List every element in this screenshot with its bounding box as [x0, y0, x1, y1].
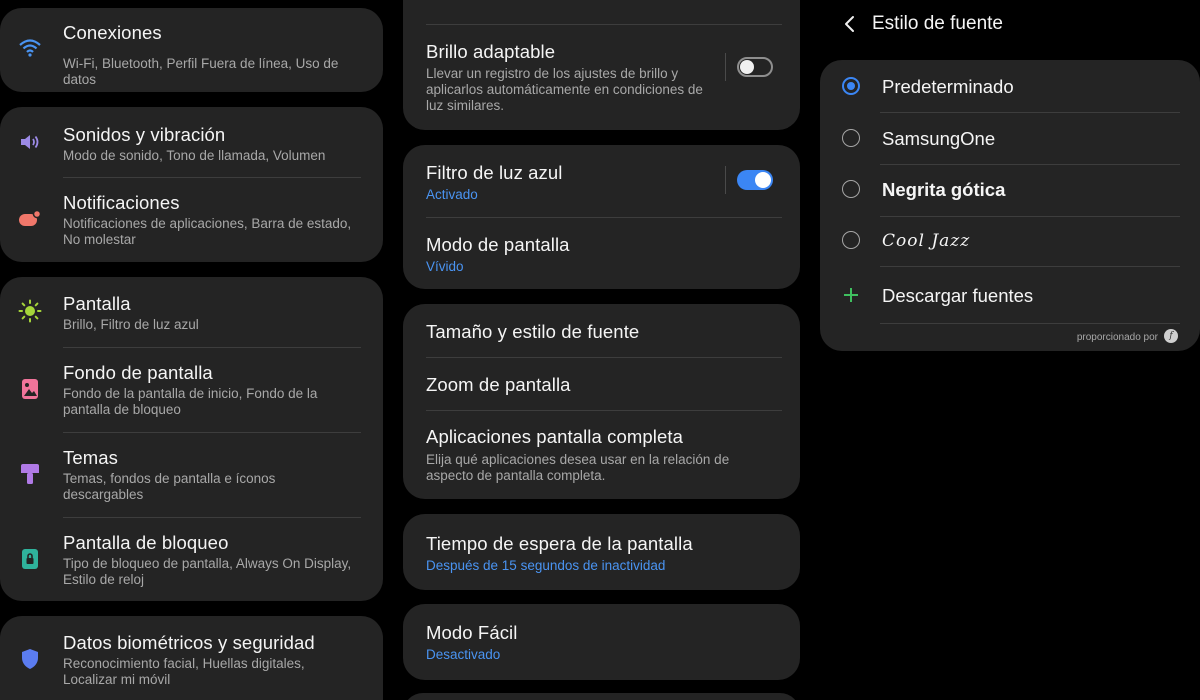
font-label: SamsungOne — [882, 128, 996, 149]
brillo-adaptable-toggle[interactable] — [737, 57, 773, 77]
settings-item-bloqueo[interactable]: Pantalla de bloqueo Tipo de bloqueo de p… — [0, 518, 383, 601]
notificaciones-title: Notificaciones — [63, 192, 180, 213]
toggle-separator — [725, 166, 726, 194]
settings-item-zoom[interactable]: Zoom de pantalla — [403, 358, 800, 410]
settings-item-notificaciones[interactable]: Notificaciones Notificaciones de aplicac… — [0, 178, 383, 262]
fondo-title: Fondo de pantalla — [63, 362, 213, 383]
provider-logo-icon: f — [1164, 329, 1178, 343]
filtro-status: Activado — [426, 187, 478, 202]
settings-item-filtro-luz-azul[interactable]: Filtro de luz azul Activado — [403, 145, 800, 217]
font-label: Predeterminado — [882, 76, 1014, 97]
download-fonts-item[interactable]: Descargar fuentes — [820, 267, 1200, 323]
modo-pantalla-status: Vívido — [426, 259, 464, 274]
divider — [880, 323, 1180, 324]
plus-icon — [839, 283, 863, 307]
brightness-icon — [18, 299, 42, 323]
display-card: Pantalla Brillo, Filtro de luz azul Fond… — [0, 277, 383, 601]
tiempo-status: Después de 15 segundos de inactividad — [426, 558, 666, 573]
brightness-card: Brillo adaptable Llevar un registro de l… — [403, 0, 800, 130]
facil-status: Desactivado — [426, 647, 501, 662]
font-label: Cool Jazz — [882, 231, 971, 251]
pantalla-title: Pantalla — [63, 293, 131, 314]
settings-item-modo-facil[interactable]: Modo Fácil Desactivado — [403, 604, 800, 680]
font-option-negrita-gotica[interactable]: Negrita gótica — [820, 165, 1200, 216]
conexiones-title: Conexiones — [63, 22, 162, 43]
font-option-samsungone[interactable]: SamsungOne — [820, 113, 1200, 164]
settings-item-modo-pantalla[interactable]: Modo de pantalla Vívido — [403, 218, 800, 289]
lock-icon — [18, 547, 42, 571]
settings-item-tamano-fuente[interactable]: Tamaño y estilo de fuente — [403, 304, 800, 357]
shield-icon — [18, 647, 42, 671]
biometricos-title: Datos biométricos y seguridad — [63, 632, 315, 653]
connections-card: Conexiones Wi-Fi, Bluetooth, Perfil Fuer… — [0, 8, 383, 92]
zoom-title: Zoom de pantalla — [426, 374, 571, 395]
sonidos-subtitle: Modo de sonido, Tono de llamada, Volumen — [63, 148, 326, 163]
apps-completa-subtitle: Elija qué aplicaciones desea usar en la … — [426, 452, 730, 483]
filtro-luz-azul-toggle[interactable] — [737, 170, 773, 190]
settings-item-tiempo-espera[interactable]: Tiempo de espera de la pantalla Después … — [403, 514, 800, 590]
timeout-card: Tiempo de espera de la pantalla Después … — [403, 514, 800, 590]
back-arrow-icon[interactable] — [842, 12, 858, 36]
notification-icon — [18, 207, 42, 231]
volume-icon — [18, 130, 42, 154]
sound-notification-card: Sonidos y vibración Modo de sonido, Tono… — [0, 107, 383, 262]
toggle-separator — [725, 53, 726, 81]
settings-item-brillo-adaptable[interactable]: Brillo adaptable Llevar un registro de l… — [403, 25, 800, 130]
tamano-title: Tamaño y estilo de fuente — [426, 321, 640, 342]
conexiones-subtitle: Wi-Fi, Bluetooth, Perfil Fuera de línea,… — [63, 56, 339, 87]
font-style-panel: Estilo de fuente Predeterminado SamsungO… — [820, 0, 1200, 700]
powered-by-text: proporcionado por — [1076, 332, 1158, 343]
temas-title: Temas — [63, 447, 118, 468]
font-option-predeterminado[interactable]: Predeterminado — [820, 60, 1200, 112]
wallpaper-icon — [18, 377, 42, 401]
settings-item-temas[interactable]: Temas Temas, fondos de pantalla e íconos… — [0, 433, 383, 517]
font-label: Negrita gótica — [882, 179, 1006, 200]
radio-button[interactable] — [842, 180, 860, 198]
fondo-subtitle: Fondo de la pantalla de inicio, Fondo de… — [63, 386, 318, 417]
sonidos-title: Sonidos y vibración — [63, 124, 226, 145]
theme-brush-icon — [18, 462, 42, 486]
notificaciones-subtitle: Notificaciones de aplicaciones, Barra de… — [63, 216, 352, 247]
filtro-title: Filtro de luz azul — [426, 162, 563, 183]
settings-main-panel: Conexiones Wi-Fi, Bluetooth, Perfil Fuer… — [0, 0, 385, 700]
font-zoom-card: Tamaño y estilo de fuente Zoom de pantal… — [403, 304, 800, 499]
font-option-cool-jazz[interactable]: Cool Jazz — [820, 217, 1200, 266]
settings-item-conexiones[interactable]: Conexiones Wi-Fi, Bluetooth, Perfil Fuer… — [0, 8, 383, 92]
easy-mode-card: Modo Fácil Desactivado — [403, 604, 800, 680]
blue-light-card: Filtro de luz azul Activado Modo de pant… — [403, 145, 800, 289]
display-settings-panel: Brillo adaptable Llevar un registro de l… — [403, 0, 801, 700]
bloqueo-title: Pantalla de bloqueo — [63, 532, 229, 553]
brillo-subtitle: Llevar un registro de los ajustes de bri… — [426, 66, 703, 113]
download-fonts-label: Descargar fuentes — [882, 285, 1034, 306]
brillo-title: Brillo adaptable — [426, 41, 556, 62]
settings-item-fondo[interactable]: Fondo de pantalla Fondo de la pantalla d… — [0, 348, 383, 432]
next-card — [403, 693, 800, 700]
temas-subtitle: Temas, fondos de pantalla e íconos desca… — [63, 471, 276, 502]
wifi-icon — [18, 36, 42, 60]
radio-button[interactable] — [842, 129, 860, 147]
bloqueo-subtitle: Tipo de bloqueo de pantalla, Always On D… — [63, 556, 352, 587]
settings-item-sonidos[interactable]: Sonidos y vibración Modo de sonido, Tono… — [0, 107, 383, 177]
radio-button-selected[interactable] — [842, 77, 860, 95]
settings-item-pantalla[interactable]: Pantalla Brillo, Filtro de luz azul — [0, 277, 383, 347]
pantalla-subtitle: Brillo, Filtro de luz azul — [63, 317, 199, 332]
modo-pantalla-title: Modo de pantalla — [426, 234, 570, 255]
biometricos-subtitle: Reconocimiento facial, Huellas digitales… — [63, 656, 305, 687]
security-card: Datos biométricos y seguridad Reconocimi… — [0, 616, 383, 700]
settings-item-apps-pantalla-completa[interactable]: Aplicaciones pantalla completa Elija qué… — [403, 411, 800, 499]
facil-title: Modo Fácil — [426, 622, 518, 643]
apps-completa-title: Aplicaciones pantalla completa — [426, 426, 684, 447]
page-title: Estilo de fuente — [872, 13, 1003, 34]
tiempo-title: Tiempo de espera de la pantalla — [426, 533, 693, 554]
font-list-card: Predeterminado SamsungOne Negrita gótica… — [820, 60, 1200, 351]
radio-button[interactable] — [842, 231, 860, 249]
settings-item-biometricos[interactable]: Datos biométricos y seguridad Reconocimi… — [0, 616, 383, 700]
